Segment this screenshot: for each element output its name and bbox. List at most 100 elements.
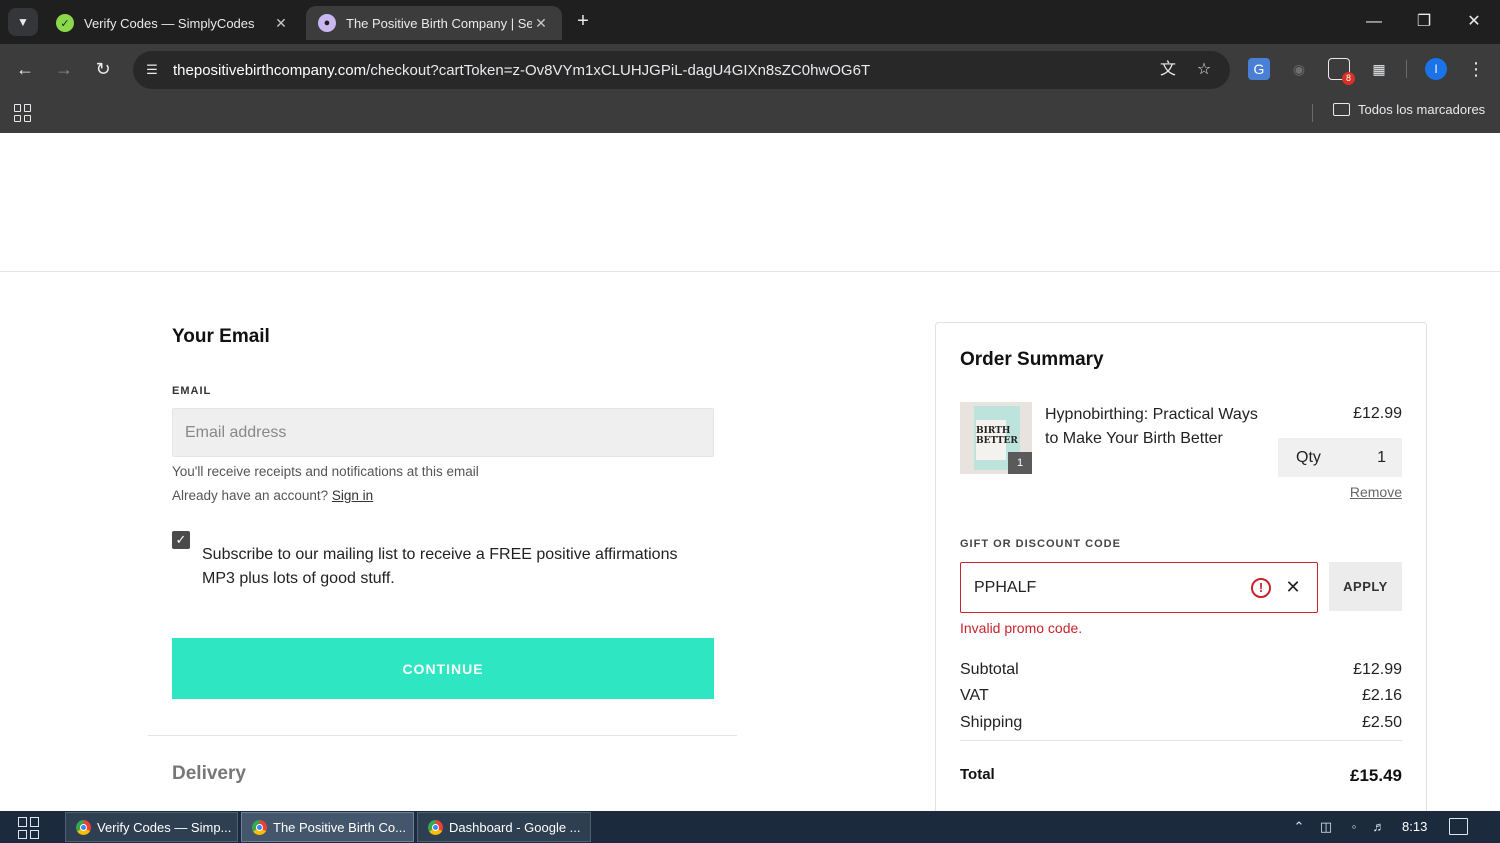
extension-badge-icon[interactable]: 8 [1328,58,1355,85]
account-hint-text: Already have an account? [172,488,329,503]
clear-code-icon[interactable]: ✕ [1283,577,1303,598]
error-alert-icon: ! [1251,577,1271,598]
product-price: £12.99 [1353,405,1402,422]
delivery-section-title[interactable]: Delivery [172,763,246,785]
checkout-page: Your Email EMAIL You'll receive receipts… [0,133,1500,811]
close-tab-icon[interactable]: ✕ [272,15,290,32]
tray-chevron-up-icon[interactable]: ⌃ [1290,818,1308,836]
taskbar-item-verify-codes[interactable]: Verify Codes — Simp... [65,812,238,842]
subtotal-label: Subtotal [960,661,1019,678]
subscribe-checkbox[interactable]: ✓ [172,531,190,549]
discount-code-input[interactable]: PPHALF ! ✕ [960,562,1318,613]
chrome-icon [76,819,91,835]
browser-chrome: ▼ ✓ Verify Codes — SimplyCodes ✕ ● The P… [0,0,1500,133]
bookmarks-bar: Todos los marcadores [0,96,1500,133]
chrome-icon [252,819,267,835]
vat-label: VAT [960,687,989,704]
browser-toolbar: ← → ↻ ☰ thepositivebirthcompany.com/chec… [0,44,1500,96]
taskbar-item-label: The Positive Birth Co... [273,819,406,835]
tab-simplycodes[interactable]: ✓ Verify Codes — SimplyCodes ✕ [44,6,302,40]
bookmark-star-icon[interactable]: ☆ [1193,59,1215,81]
product-name: Hypnobirthing: Practical Ways to Make Yo… [1045,406,1258,447]
address-bar[interactable]: ☰ thepositivebirthcompany.com/checkout?c… [133,51,1230,89]
discount-code-label: GIFT OR DISCOUNT CODE [960,538,1121,550]
email-section-title: Your Email [172,326,270,347]
tab-strip: ▼ ✓ Verify Codes — SimplyCodes ✕ ● The P… [0,0,1500,44]
quantity-stepper[interactable]: Qty 1 [1278,438,1402,477]
tab-title: The Positive Birth Company | Se [346,15,532,31]
shipping-value: £2.50 [1361,714,1402,731]
wifi-icon[interactable]: ◦ [1345,818,1363,836]
discount-code-value[interactable]: PPHALF [974,579,1251,597]
tab-title: Verify Codes — SimplyCodes [84,15,255,31]
sign-in-link[interactable]: Sign in [332,488,373,503]
continue-button[interactable]: CONTINUE [172,638,714,699]
email-field[interactable] [172,408,714,457]
forward-icon[interactable]: → [51,56,77,82]
extension-puzzle-gray-icon[interactable]: ◉ [1288,58,1310,80]
notifications-icon[interactable] [1449,818,1468,835]
simplycodes-icon: ✓ [56,14,74,32]
task-view-icon[interactable] [18,817,40,839]
email-receipts-hint: You'll receive receipts and notification… [172,464,479,479]
book-cover-title: BIRTH BETTER [976,420,1018,460]
volume-icon[interactable]: ♬ [1370,818,1388,836]
browser-menu-icon[interactable]: ⋮ [1465,58,1487,80]
product-thumbnail: BIRTH BETTER 1 [960,402,1032,474]
taskbar-item-label: Dashboard - Google ... [449,819,581,835]
taskbar-item-label: Verify Codes — Simp... [97,819,232,835]
back-icon[interactable]: ← [12,56,38,82]
tab-search-button[interactable]: ▼ [8,8,38,36]
reload-icon[interactable]: ↻ [90,56,116,82]
order-summary: Order Summary BIRTH BETTER 1 Hypnobirthi… [935,322,1427,811]
taskbar-clock[interactable]: 8:13 [1402,819,1427,834]
shipping-label: Shipping [960,714,1023,731]
order-summary-title: Order Summary [960,349,1104,370]
url-domain: thepositivebirthcompany.com [173,61,367,79]
section-divider [148,735,737,736]
chrome-icon [428,819,443,835]
site-info-icon[interactable]: ☰ [141,59,163,81]
all-bookmarks-button[interactable]: Todos los marcadores [1333,102,1485,117]
total-row: Total £15.49 [960,766,1402,786]
extensions-puzzle-icon[interactable]: ▦ [1368,58,1390,80]
subtotal-row: Subtotal £12.99 [960,661,1402,679]
windows-taskbar: Verify Codes — Simp... The Positive Birt… [0,811,1500,843]
chevron-down-icon: ▼ [17,15,29,29]
new-tab-icon[interactable]: + [572,11,594,33]
taskbar-item-dashboard[interactable]: Dashboard - Google ... [417,812,591,842]
qty-value[interactable]: 1 [1377,449,1386,467]
taskbar-item-positive-birth[interactable]: The Positive Birth Co... [241,812,414,842]
translate-icon[interactable]: 文 [1157,59,1179,81]
close-window-icon[interactable]: ✕ [1462,10,1486,34]
url-path: /checkout?cartToken=z-Ov8VYm1xCLUHJGPiL-… [366,61,871,79]
extension-badge-count: 8 [1342,72,1355,85]
tab-positive-birth[interactable]: ● The Positive Birth Company | Se ✕ [306,6,562,40]
url-text[interactable]: thepositivebirthcompany.com/checkout?car… [173,62,1230,79]
profile-avatar[interactable]: I [1425,58,1447,80]
bookmarks-divider [1312,104,1313,122]
qty-label: Qty [1296,448,1321,466]
remove-item-link[interactable]: Remove [1350,484,1402,500]
folder-icon [1333,103,1350,116]
battery-icon[interactable]: ◫ [1317,818,1335,836]
account-hint: Already have an account? Sign in [172,488,373,503]
vat-value: £2.16 [1361,687,1402,704]
google-translate-extension-icon[interactable]: G [1248,58,1270,80]
toolbar-divider [1406,60,1407,78]
promo-error-message: Invalid promo code. [960,620,1083,636]
apps-grid-icon[interactable] [14,104,32,122]
close-tab-icon[interactable]: ✕ [532,15,550,32]
shipping-row: Shipping £2.50 [960,714,1402,732]
vat-row: VAT £2.16 [960,687,1402,705]
total-label: Total [960,766,995,783]
email-label: EMAIL [172,385,212,397]
all-bookmarks-label: Todos los marcadores [1358,102,1486,117]
quantity-badge: 1 [1008,452,1032,474]
apply-code-button[interactable]: APPLY [1329,562,1402,611]
minimize-icon[interactable]: — [1362,10,1386,34]
totals-divider [960,740,1402,741]
subscribe-label: Subscribe to our mailing list to receive… [202,546,678,587]
total-value: £15.49 [1350,766,1402,785]
restore-icon[interactable]: ❐ [1412,10,1436,34]
